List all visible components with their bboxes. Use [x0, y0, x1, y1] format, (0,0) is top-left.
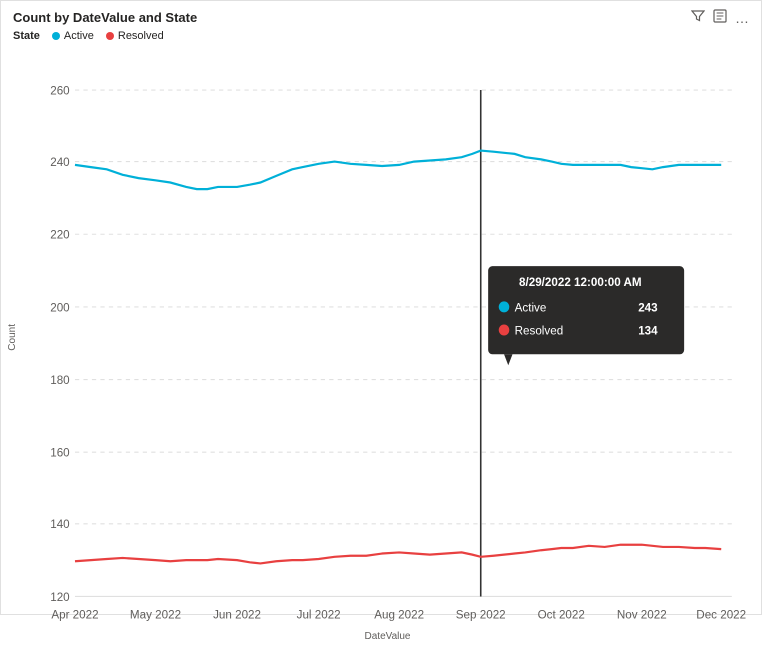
active-legend-dot: [52, 32, 60, 40]
active-line: [75, 151, 721, 190]
y-axis-label: Count: [3, 324, 22, 351]
chart-container: Count by DateValue and State … State Act…: [0, 0, 762, 615]
svg-text:140: 140: [50, 517, 70, 531]
svg-text:160: 160: [50, 445, 70, 459]
chart-svg-container: 260 240 220 200 180 160 140 120 Apr 2022…: [22, 46, 753, 629]
svg-text:8/29/2022 12:00:00 AM: 8/29/2022 12:00:00 AM: [519, 275, 642, 289]
svg-text:260: 260: [50, 83, 70, 97]
expand-icon[interactable]: [713, 9, 727, 26]
filter-icon[interactable]: [691, 9, 705, 26]
chart-svg: 260 240 220 200 180 160 140 120 Apr 2022…: [22, 46, 753, 629]
svg-text:134: 134: [638, 323, 658, 337]
legend-state-label: State: [13, 30, 40, 42]
chart-area: 260 240 220 200 180 160 140 120 Apr 2022…: [22, 46, 753, 629]
svg-text:Dec 2022: Dec 2022: [696, 607, 746, 621]
more-options-icon[interactable]: …: [735, 10, 749, 26]
svg-text:120: 120: [50, 590, 70, 604]
svg-text:200: 200: [50, 300, 70, 314]
legend-item-active: Active: [52, 30, 94, 42]
chart-title: Count by DateValue and State: [13, 10, 197, 25]
svg-text:Jun 2022: Jun 2022: [213, 607, 261, 621]
resolved-legend-dot: [106, 32, 114, 40]
legend: State Active Resolved: [1, 28, 761, 46]
x-axis-label: DateValue: [22, 629, 753, 646]
svg-text:Apr 2022: Apr 2022: [51, 607, 98, 621]
svg-text:220: 220: [50, 227, 70, 241]
legend-item-resolved: Resolved: [106, 30, 164, 42]
svg-text:180: 180: [50, 373, 70, 387]
svg-text:Oct 2022: Oct 2022: [538, 607, 585, 621]
svg-text:Resolved: Resolved: [515, 323, 564, 337]
chart-header: Count by DateValue and State …: [1, 1, 761, 28]
resolved-legend-label: Resolved: [118, 30, 164, 42]
svg-text:May 2022: May 2022: [130, 607, 181, 621]
chart-body: Count: [1, 46, 761, 629]
svg-text:Jul 2022: Jul 2022: [297, 607, 341, 621]
svg-text:Nov 2022: Nov 2022: [617, 607, 667, 621]
svg-text:240: 240: [50, 155, 70, 169]
svg-text:Active: Active: [515, 300, 547, 314]
chart-icons: …: [691, 9, 749, 26]
svg-text:243: 243: [638, 300, 658, 314]
svg-text:Sep 2022: Sep 2022: [456, 607, 506, 621]
resolved-line: [75, 545, 721, 564]
svg-text:Aug 2022: Aug 2022: [374, 607, 424, 621]
active-legend-label: Active: [64, 30, 94, 42]
